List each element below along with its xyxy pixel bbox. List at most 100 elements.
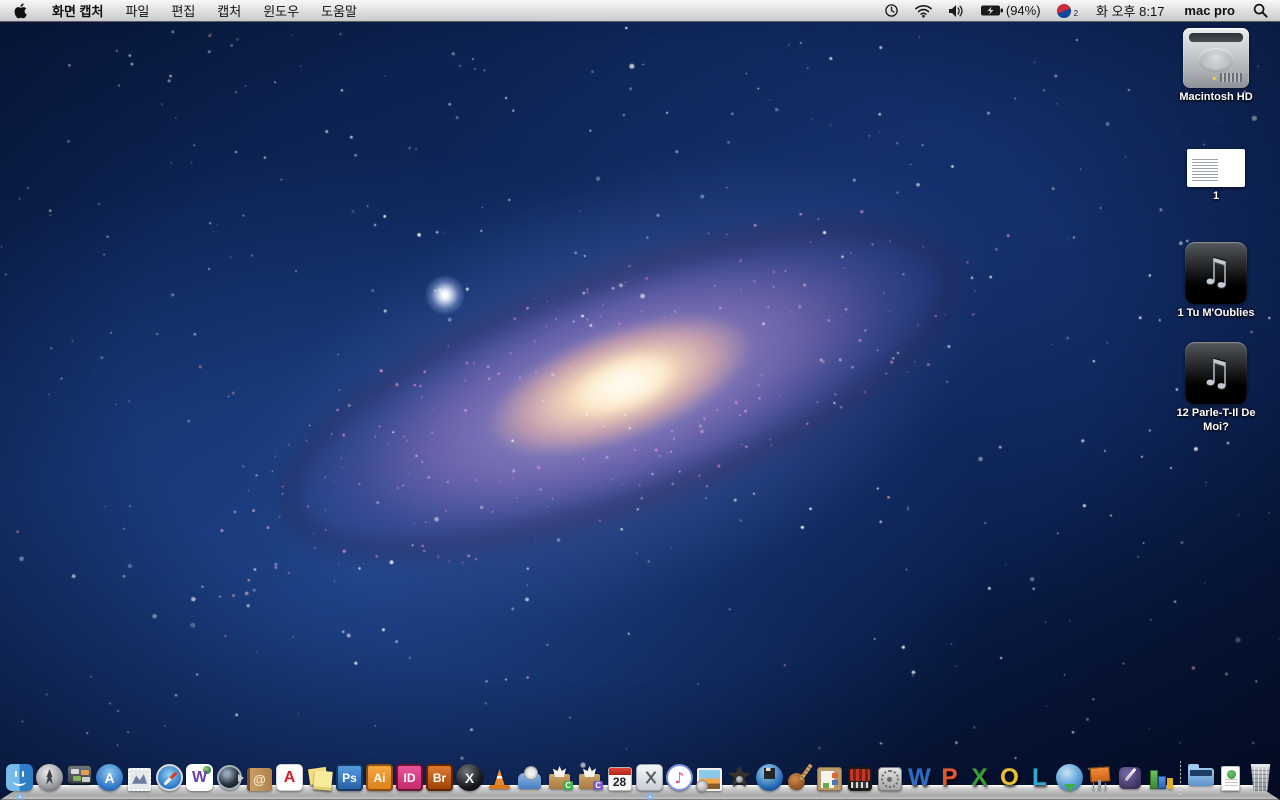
globe-download-app-icon (1056, 764, 1083, 792)
dock-item-indesign[interactable]: ID (395, 757, 424, 791)
dock-item-ms-outlook[interactable]: O (995, 757, 1024, 791)
dock-item-folder[interactable] (1186, 757, 1215, 791)
dock-item-finder[interactable] (5, 757, 34, 799)
desktop-icon-column: Macintosh HD 1 ♫ 1 Tu M'Oublies ♫ 12 Parle-T-… (1158, 28, 1274, 435)
dock-item-pages[interactable] (1115, 757, 1144, 791)
audio-file-parle-t-il-de-moi[interactable]: ♫ 12 Parle-T-Il De Moi? (1164, 342, 1268, 435)
dock-items: A W @ A Ps Ai ID Br X C C 28 ♪ ★ W P X O L (5, 757, 1275, 799)
desktop-icon-label: 1 (1212, 189, 1220, 202)
dock-item-utility-emblem-app[interactable] (875, 757, 904, 791)
dock-item-globe-download-app[interactable] (1055, 757, 1084, 792)
grab-screen-capture-icon (636, 764, 663, 791)
app-store-icon: A (96, 764, 123, 791)
dock-item-address-book[interactable]: @ (245, 757, 274, 791)
bridge-glyph: Br (432, 770, 447, 785)
ms-word-glyph: W (908, 764, 931, 791)
dock-item-uninstaller-box-green[interactable]: C (545, 757, 574, 791)
idvd-icon (756, 764, 783, 791)
photoshop-icon: Ps (336, 764, 363, 791)
menu-item-2[interactable]: 캡처 (206, 0, 252, 21)
video-camera-app-icon (216, 764, 244, 791)
ical-glyph: 28 (612, 775, 627, 789)
volume-icon (948, 4, 963, 17)
dock-item-w-globe-app[interactable]: W (185, 757, 214, 791)
pages-icon (1116, 764, 1143, 791)
screenshot-file-1[interactable]: 1 (1187, 148, 1245, 204)
menu-item-3[interactable]: 윈도우 (252, 0, 310, 21)
ms-excel-icon: X (966, 764, 993, 791)
dock-item-trash[interactable] (1246, 757, 1275, 791)
indesign-glyph: ID (403, 770, 416, 785)
folder-icon (1187, 764, 1214, 786)
audio-file-tu-moublies[interactable]: ♫ 1 Tu M'Oublies (1178, 241, 1254, 321)
dock-item-uninstaller-box-purple[interactable]: C (575, 757, 604, 791)
x-media-app-glyph: X (464, 769, 475, 786)
screenshot-thumbnail-icon (1187, 148, 1245, 187)
dock-item-vlc[interactable] (485, 757, 514, 791)
volume-menu[interactable] (940, 0, 972, 21)
dock-item-stickies[interactable] (305, 757, 334, 791)
wifi-menu[interactable] (907, 0, 940, 21)
dock-item-itunes[interactable]: ♪ (665, 757, 694, 791)
spotlight-menu[interactable] (1245, 0, 1280, 21)
launchpad-icon (36, 764, 63, 791)
menu-item-1[interactable]: 편집 (160, 0, 206, 21)
uninstaller-box-green-icon: C (546, 764, 573, 791)
macintosh-hd[interactable]: Macintosh HD (1179, 28, 1253, 105)
ms-word-icon: W (906, 764, 933, 791)
desktop-icon-label: 12 Parle-T-Il De Moi? (1176, 407, 1256, 433)
desktop-wallpaper (0, 0, 1280, 800)
dock-item-x-media-app[interactable]: X (455, 757, 484, 791)
dock-item-toast-burner[interactable] (515, 757, 544, 791)
time-machine-menu[interactable] (876, 0, 907, 21)
dock-item-idvd[interactable] (755, 757, 784, 791)
ms-excel-glyph: X (971, 764, 988, 791)
dock-item-adobe-reader[interactable]: A (275, 757, 304, 791)
audio-file-icon: ♫ (1185, 342, 1247, 405)
dock-item-numbers[interactable] (1145, 757, 1174, 791)
menu-item-4[interactable]: 도움말 (310, 0, 368, 21)
app-store-glyph: A (104, 769, 115, 786)
dock-item-photoshop[interactable]: Ps (335, 757, 364, 791)
ms-outlook-glyph: O (1000, 764, 1019, 791)
dock-item-bridge[interactable]: Br (425, 757, 454, 791)
dock-item-launchpad[interactable] (35, 757, 64, 791)
dock-item-ms-word[interactable]: W (905, 757, 934, 791)
ms-powerpoint-icon: P (936, 764, 963, 791)
dock-item-grab-screen-capture[interactable] (635, 757, 664, 799)
dock-item-illustrator[interactable]: Ai (365, 757, 394, 791)
dock-item-app-store[interactable]: A (95, 757, 124, 791)
iweb-icon (817, 767, 842, 791)
audio-file-icon: ♫ (1184, 241, 1247, 304)
bridge-icon: Br (426, 764, 453, 791)
dock-item-iphoto[interactable] (695, 757, 724, 792)
menu-clock[interactable]: 화 오후 8:17 (1086, 0, 1174, 21)
dock-item-ms-lync[interactable]: L (1025, 757, 1054, 791)
dock-item-video-camera-app[interactable] (215, 757, 244, 791)
illustrator-glyph: Ai (373, 770, 386, 785)
dock-item-mission-control[interactable] (65, 757, 94, 791)
apple-menu[interactable] (0, 0, 41, 21)
battery-percent: (94%) (1005, 3, 1041, 18)
dock-item-iweb[interactable] (815, 757, 844, 791)
menu-item-0[interactable]: 파일 (114, 0, 160, 21)
battery-menu[interactable]: (94%) (972, 0, 1049, 21)
dock-item-movie-curtain-app[interactable] (845, 757, 874, 791)
dock-item-keynote[interactable] (1085, 757, 1114, 791)
w-globe-app-icon: W (186, 764, 213, 791)
uninstaller-box-purple-icon: C (576, 764, 603, 791)
input-source-menu[interactable]: 2 (1049, 0, 1086, 21)
dock-separator[interactable] (1175, 757, 1185, 797)
dock-item-imovie[interactable]: ★ (725, 757, 754, 791)
dock-item-garageband[interactable] (785, 757, 814, 791)
dock-item-mail[interactable] (125, 757, 154, 791)
dock-item-ms-powerpoint[interactable]: P (935, 757, 964, 791)
dock-item-document-green-logo[interactable] (1216, 757, 1245, 791)
spotlight-icon (1253, 3, 1268, 18)
dock-item-ms-excel[interactable]: X (965, 757, 994, 791)
battery-icon (980, 5, 1003, 16)
dock-item-safari[interactable] (155, 757, 184, 791)
app-menu-title[interactable]: 화면 캡처 (41, 1, 114, 20)
mail-icon (128, 768, 151, 791)
dock-item-ical[interactable]: 28 (605, 757, 634, 791)
